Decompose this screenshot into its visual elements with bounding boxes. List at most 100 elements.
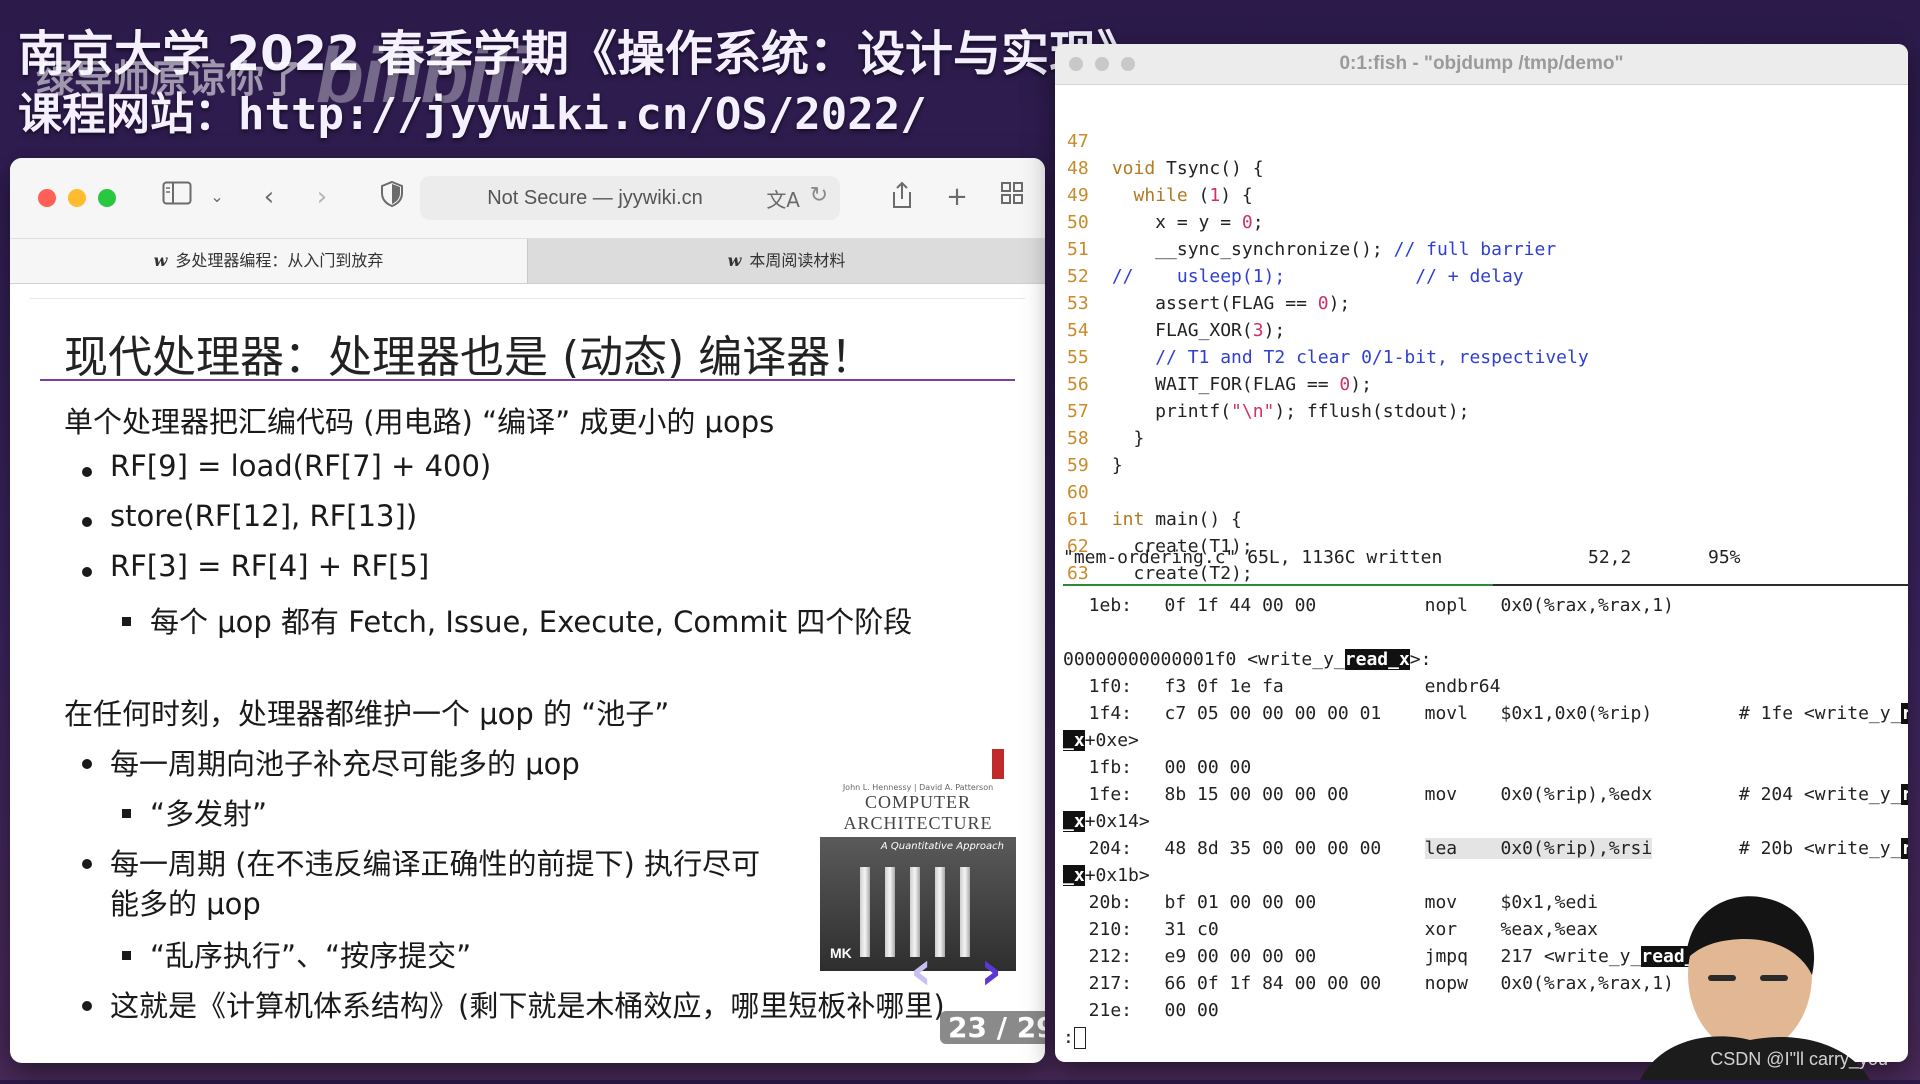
- bullet-text: 每一周期 (在不违反编译正确性的前提下) 执行尽可: [110, 847, 761, 881]
- tab-label: 本周阅读材料: [749, 251, 846, 270]
- wiki-icon: w: [727, 251, 742, 270]
- vim-status-line: "mem-ordering.c" 65L, 1136C written 52,2 9…: [1063, 547, 1908, 568]
- text-cursor: [1073, 1027, 1086, 1049]
- sub-bullet: [122, 809, 131, 818]
- code-line: 55 // T1 and T2 clear 0/1-bit, respectiv…: [1067, 347, 1589, 368]
- grid-icon[interactable]: [995, 180, 1029, 214]
- book-title-line2: ARCHITECTURE: [843, 813, 993, 833]
- bullet-text: 每一周期向池子补充尽可能多的 μop: [110, 747, 580, 781]
- bullet-text: RF[9] = load(RF[7] + 400): [110, 449, 492, 483]
- code-line: 47: [1067, 131, 1089, 152]
- status-percent: 95%: [1708, 547, 1741, 568]
- code-line: 60: [1067, 482, 1089, 503]
- bullet-text: RF[3] = RF[4] + RF[5]: [110, 549, 430, 583]
- csdn-watermark: CSDN @I"ll carry_you: [1710, 1049, 1888, 1069]
- asm-line: 1fb: 00 00 00: [1067, 757, 1252, 778]
- code-line: 48 void Tsync() {: [1067, 158, 1264, 179]
- code-line: 49 while (1) {: [1067, 185, 1253, 206]
- asm-line: 1f0: f3 0f 1e fa endbr64: [1067, 676, 1501, 697]
- code-line: 54 FLAG_XOR(3);: [1067, 320, 1286, 341]
- tab-bar: w 多处理器编程：从入门到放弃 w 本周阅读材料: [10, 239, 1045, 284]
- sub-bullet: [122, 951, 131, 960]
- code-line: 52 // usleep(1); // + delay: [1067, 266, 1524, 287]
- terminal-titlebar: 0:1:fish - "objdump /tmp/demo": [1055, 44, 1908, 85]
- code-line: 56 WAIT_FOR(FLAG == 0);: [1067, 374, 1372, 395]
- minimize-window-button[interactable]: [68, 189, 86, 207]
- code-line: 59 }: [1067, 455, 1123, 476]
- chevron-down-icon[interactable]: ⌄: [200, 180, 234, 214]
- forward-icon[interactable]: ›: [305, 180, 339, 214]
- bullet: [82, 517, 92, 527]
- code-line: 50 x = y = 0;: [1067, 212, 1264, 233]
- asm-line: _x+0x1b>: [1063, 865, 1150, 886]
- close-window-button[interactable]: [38, 189, 56, 207]
- book-authors: John L. Hennessy | David A. Patterson: [842, 783, 994, 792]
- course-website-label: 课程网站：: [18, 89, 238, 140]
- address-bar[interactable]: Not Secure — jyywiki.cn 文A ↻: [420, 176, 840, 220]
- browser-toolbar: ⌄ ‹ › Not Secure — jyywiki.cn 文A ↻ +: [10, 158, 1045, 239]
- asm-line: 00000000000001f0 <write_y_read_x>:: [1063, 649, 1432, 670]
- asm-line: 217: 66 0f 1f 84 00 00 00 nopw 0x0(%rax,…: [1067, 973, 1674, 994]
- asm-line: 20b: bf 01 00 00 00 mov $0x1,%edi: [1067, 892, 1599, 913]
- bullet: [82, 467, 92, 477]
- slide-paragraph: 在任何时刻，处理器都维护一个 μop 的 “池子”: [64, 697, 670, 731]
- publisher-logo: MK: [830, 945, 852, 961]
- bookmark-marker: [992, 749, 1004, 779]
- sub-bullet-text: “乱序执行”、“按序提交”: [150, 939, 472, 973]
- bullet: [82, 859, 92, 869]
- status-file: "mem-ordering.c" 65L, 1136C written: [1063, 547, 1443, 568]
- tab-weekly-reading[interactable]: w 本周阅读材料: [527, 239, 1045, 283]
- command-prompt[interactable]: :: [1063, 1024, 1086, 1051]
- pane-divider: [1063, 584, 1908, 586]
- prev-slide-icon[interactable]: ‹: [910, 939, 932, 1002]
- bullet-text: 这就是《计算机体系结构》(剩下就是木桶效应，哪里短板补哪里): [110, 989, 945, 1023]
- share-icon[interactable]: [885, 180, 919, 214]
- sub-bullet-text: 每个 μop 都有 Fetch, Issue, Execute, Commit …: [150, 605, 913, 639]
- address-text: Not Secure — jyywiki.cn: [487, 187, 703, 209]
- bullet: [82, 567, 92, 577]
- code-line: 58 }: [1067, 428, 1145, 449]
- asm-line: 1f4: c7 05 00 00 00 00 01 movl $0x1,0x0(…: [1067, 700, 1908, 727]
- bullet: [82, 1001, 92, 1011]
- asm-line: _x+0x14>: [1063, 811, 1150, 832]
- slide-page-counter: 23 / 29: [940, 1011, 1045, 1044]
- asm-line: 1fe: 8b 15 00 00 00 00 mov 0x0(%rip),%ed…: [1067, 781, 1908, 808]
- bullet-text: store(RF[12], RF[13]): [110, 499, 418, 533]
- status-cursor-pos: 52,2: [1588, 547, 1632, 568]
- webcam-overlay: CSDN @I"ll carry_you: [1600, 880, 1900, 1080]
- asm-line: 21e: 00 00: [1067, 1000, 1219, 1021]
- code-line: 51 __sync_synchronize(); // full barrier: [1067, 239, 1557, 260]
- shield-icon[interactable]: [375, 180, 409, 214]
- slide-title: 现代处理器：处理器也是 (动态) 编译器！: [64, 332, 875, 383]
- sub-bullet: [122, 617, 131, 626]
- course-website-overlay: 课程网站：http://jyywiki.cn/OS/2022/: [18, 78, 927, 142]
- sub-bullet-text: “多发射”: [150, 797, 268, 831]
- course-website-url: http://jyywiki.cn/OS/2022/: [238, 89, 927, 140]
- plus-icon[interactable]: +: [940, 180, 974, 214]
- slide-intro: 单个处理器把汇编代码 (用电路) “编译” 成更小的 μops: [64, 405, 775, 439]
- bullet: [82, 759, 92, 769]
- title-divider: [40, 379, 1015, 381]
- code-line: 53 assert(FLAG == 0);: [1067, 293, 1351, 314]
- zoom-window-button[interactable]: [98, 189, 116, 207]
- bullet-text-cont: 能多的 μop: [110, 887, 261, 921]
- tab-multiprocessor[interactable]: w 多处理器编程：从入门到放弃: [10, 239, 527, 283]
- next-slide-icon[interactable]: ›: [980, 939, 1002, 1002]
- code-line: 61 int main() {: [1067, 509, 1242, 530]
- book-title-line1: COMPUTER: [864, 792, 971, 812]
- browser-window: ⌄ ‹ › Not Secure — jyywiki.cn 文A ↻ + w 多处…: [10, 158, 1045, 1063]
- tab-label: 多处理器编程：从入门到放弃: [175, 251, 384, 270]
- slide-content: 现代处理器：处理器也是 (动态) 编译器！ 单个处理器把汇编代码 (用电路) “…: [30, 298, 1045, 1059]
- asm-line: 204: 48 8d 35 00 00 00 00 lea 0x0(%rip),…: [1067, 835, 1908, 862]
- asm-line: _x+0xe>: [1063, 730, 1139, 751]
- sidebar-icon[interactable]: [160, 180, 194, 214]
- book-subtitle: A Quantitative Approach: [880, 841, 1004, 852]
- reload-icon[interactable]: ↻: [810, 183, 828, 208]
- asm-line: 1eb: 0f 1f 44 00 00 nopl 0x0(%rax,%rax,1…: [1067, 595, 1674, 616]
- code-line: 57 printf("\n"); fflush(stdout);: [1067, 401, 1470, 422]
- wiki-icon: w: [153, 251, 168, 270]
- back-icon[interactable]: ‹: [252, 180, 286, 214]
- asm-line: 210: 31 c0 xor %eax,%eax: [1067, 919, 1599, 940]
- terminal-title: 0:1:fish - "objdump /tmp/demo": [1339, 53, 1624, 74]
- translate-icon[interactable]: 文A: [766, 184, 800, 213]
